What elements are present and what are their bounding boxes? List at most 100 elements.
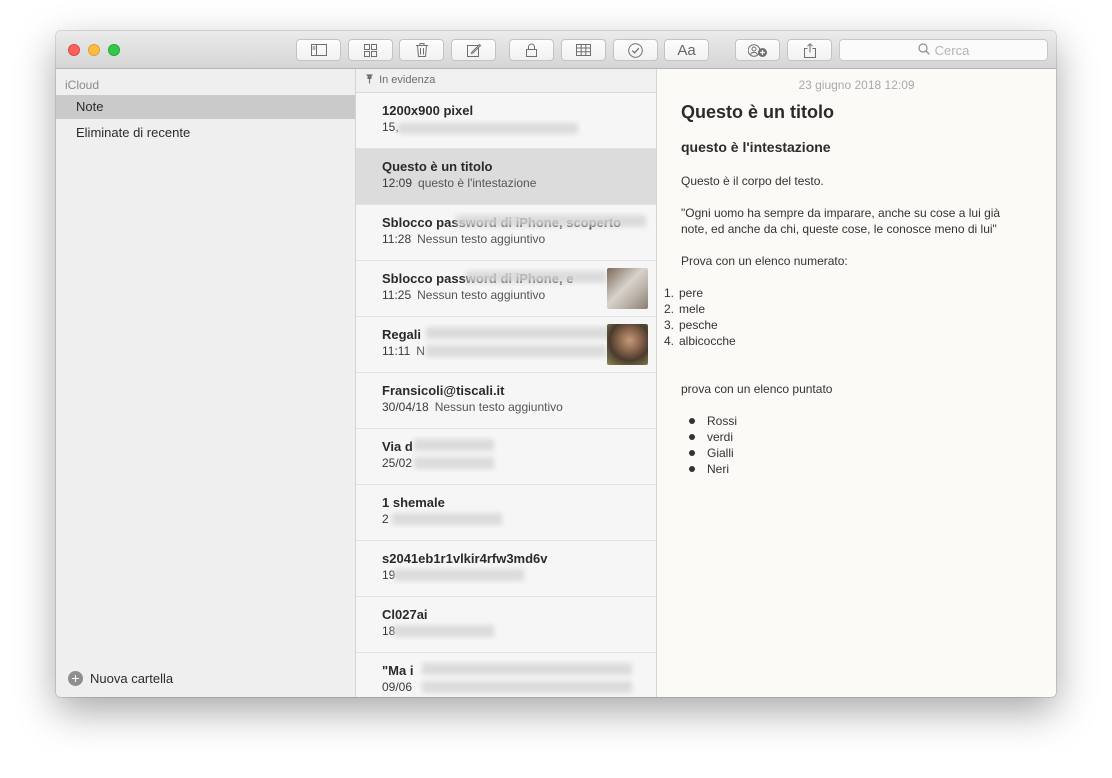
share-button[interactable] [787,39,832,61]
new-folder-label: Nuova cartella [90,671,174,686]
table-button[interactable] [561,39,606,61]
redacted-text [414,457,494,469]
title-bar: Aa Cerca [56,31,1056,69]
note-time: 15, [382,120,399,134]
note-item[interactable]: 1 shemale 2 [356,485,656,541]
zoom-button[interactable] [108,44,120,56]
notes-window: Aa Cerca iCloud Note Eliminate di recent… [56,31,1056,697]
note-preview: questo è l'intestazione [418,176,537,190]
note-thumbnail [607,324,648,365]
note-item[interactable]: Regali 11:11 N [356,317,656,373]
checkmark-circle-icon [628,42,643,58]
sidebar-item-recently-deleted[interactable]: Eliminate di recente [56,121,355,145]
note-item[interactable]: s2041eb1r1vlkir4rfw3md6v 19 [356,541,656,597]
lock-icon [526,43,537,57]
pinned-label: In evidenza [379,74,436,86]
text-format-icon: Aa [677,41,696,59]
redacted-text [394,569,524,581]
note-title: "Ma i [382,663,414,678]
bulleted-list-item[interactable]: Neri [681,461,729,477]
pinned-header: In evidenza [356,69,656,93]
table-icon [576,44,591,56]
search-icon [918,42,935,58]
note-item-selected[interactable]: Questo è un titolo 12:09 questo è l'intes… [356,149,656,205]
note-item[interactable]: "Ma i 09/06 [356,653,656,697]
minimize-button[interactable] [88,44,100,56]
redacted-text [456,215,646,227]
add-circle-icon: + [68,671,83,686]
numbered-list-item[interactable]: 4. albicocche [652,333,736,349]
note-title: 1200x900 pixel [382,103,474,118]
numbered-list-item[interactable]: 2. mele [652,301,705,317]
new-folder-button[interactable]: + Nuova cartella [68,671,173,686]
note-title: 1 shemale [382,495,445,510]
close-button[interactable] [68,44,80,56]
note-subtitle: 12:09 questo è l'intestazione [382,176,536,190]
add-people-button[interactable] [735,39,780,61]
note-time: 09/06 [382,680,413,694]
bulleted-list-intro[interactable]: prova con un elenco puntato [681,381,832,397]
note-time: 11:28 [382,232,412,246]
note-body-text[interactable]: Questo è il corpo del testo. [681,173,824,189]
note-subtitle: 11:28 Nessun testo aggiuntivo [382,232,545,246]
redacted-text [398,123,578,134]
note-time: 12:09 [382,176,413,190]
note-item[interactable]: 1200x900 pixel 15, [356,93,656,149]
compose-icon [466,43,481,57]
checklist-button[interactable] [613,39,658,61]
note-item[interactable]: Sblocco password di iPhone, e 11:25Nessu… [356,261,656,317]
note-time: 11:25 [382,288,412,302]
note-heading-text[interactable]: questo è l'intestazione [681,139,831,155]
format-button[interactable]: Aa [664,39,709,61]
redacted-text [426,345,606,357]
pin-icon [366,74,379,86]
note-date: 23 giugno 2018 12:09 [798,78,915,92]
sidebar-item-note[interactable]: Note [56,95,355,119]
note-preview: Nessun testo aggiuntivo [417,232,546,246]
note-quote-line-2[interactable]: note, ed anche da chi, queste cose, le c… [681,221,997,237]
add-people-icon [747,43,768,58]
numbered-list-item[interactable]: 1. pere [652,285,703,301]
redacted-text [426,327,616,339]
bullet-icon [689,466,695,473]
note-item[interactable]: Via d 25/02 [356,429,656,485]
note-title: Regali [382,327,422,342]
bulleted-list-item[interactable]: verdi [681,429,733,445]
trash-icon [415,43,428,57]
note-subtitle: 15, [382,120,399,134]
note-title-text[interactable]: Questo è un titolo [681,102,834,123]
note-title: Questo è un titolo [382,159,493,174]
redacted-text [466,271,606,283]
note-preview: N [416,344,425,358]
note-title: Fransicoli@tiscali.it [382,383,505,398]
note-quote-line-1[interactable]: "Ogni uomo ha sempre da imparare, anche … [681,205,1000,221]
note-thumbnail [607,268,648,309]
bulleted-list-item[interactable]: Rossi [681,413,737,429]
bulleted-list-item[interactable]: Gialli [681,445,734,461]
note-item[interactable]: Fransicoli@tiscali.it 30/04/18 Nessun tes… [356,373,656,429]
folders-sidebar: iCloud Note Eliminate di recente + Nuova… [56,69,356,697]
search-placeholder: Cerca [934,42,970,58]
note-title: s2041eb1r1vlkir4rfw3md6v [382,551,548,566]
sidebar-icon [310,44,327,56]
note-time: 2 [382,512,389,526]
lock-button[interactable] [509,39,554,61]
note-item[interactable]: Cl027ai 18 [356,597,656,653]
numbered-list-intro[interactable]: Prova con un elenco numerato: [681,253,848,269]
numbered-list-item[interactable]: 3. pesche [652,317,718,333]
note-item[interactable]: Sblocco password di iPhone, scoperto 11:… [356,205,656,261]
new-note-button[interactable] [451,39,496,61]
note-subtitle: 25/02 [382,456,412,470]
note-editor[interactable]: 23 giugno 2018 12:09 Questo è un titolo … [657,69,1056,697]
bullet-icon [689,434,695,441]
note-preview: Nessun testo aggiuntivo [434,400,563,414]
redacted-text [392,513,502,525]
delete-button[interactable] [399,39,444,61]
note-title: Via d [382,439,413,454]
note-preview: Nessun testo aggiuntivo [417,288,546,302]
search-field[interactable]: Cerca [839,39,1048,61]
note-time: 30/04/18 [382,400,429,414]
gallery-view-button[interactable] [348,39,393,61]
note-title: Cl027ai [382,607,428,622]
sidebar-toggle-button[interactable] [296,39,341,61]
